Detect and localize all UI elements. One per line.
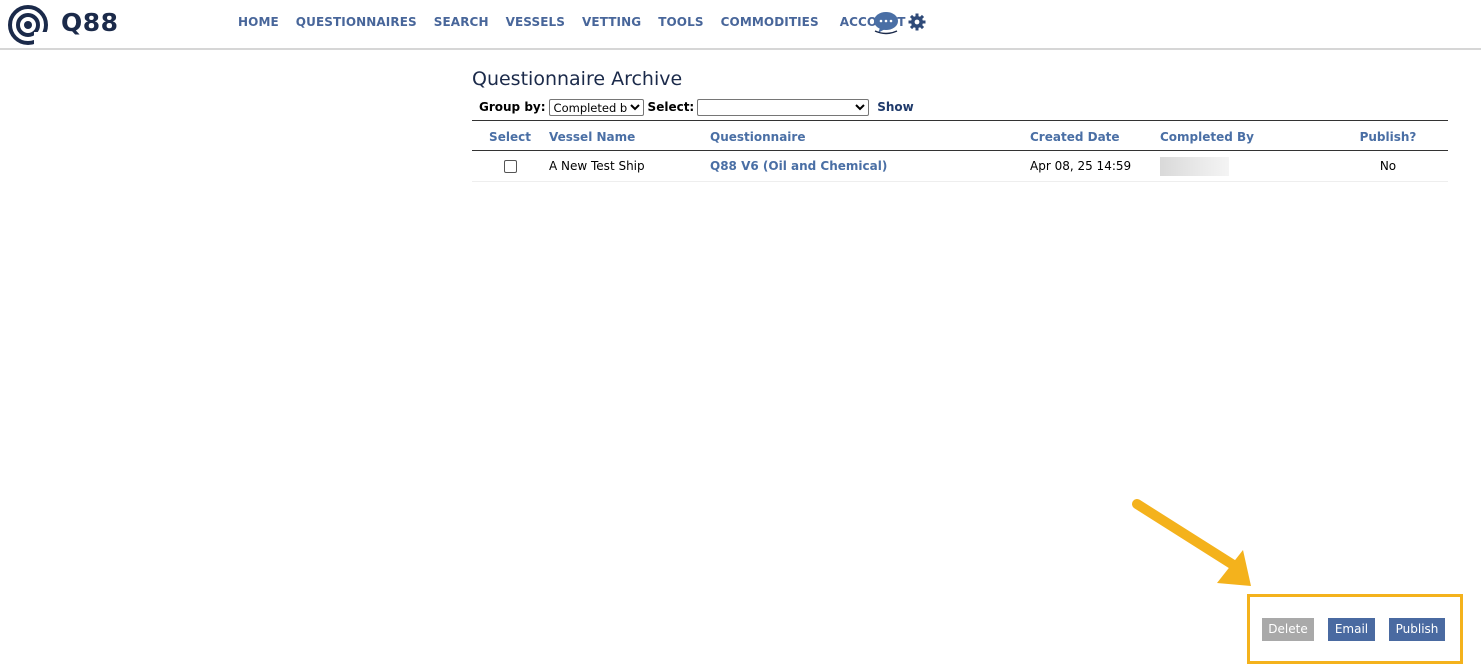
show-link[interactable]: Show bbox=[877, 100, 914, 114]
col-completed-by[interactable]: Completed By bbox=[1160, 120, 1328, 151]
questionnaire-cell: Q88 V6 (Oil and Chemical) bbox=[710, 150, 1030, 182]
email-button[interactable]: Email bbox=[1328, 618, 1375, 641]
row-select-cell bbox=[472, 150, 548, 182]
main-content: Questionnaire Archive Group by: Complete… bbox=[472, 66, 1448, 182]
annotation-arrow-icon bbox=[1132, 499, 1251, 586]
archive-table: Select Vessel Name Questionnaire Created… bbox=[472, 120, 1448, 182]
nav-tools[interactable]: TOOLS bbox=[658, 15, 703, 29]
q88-logo-icon[interactable] bbox=[8, 4, 48, 46]
nav-commodities[interactable]: COMMODITIES bbox=[721, 15, 819, 29]
select-dropdown[interactable] bbox=[697, 98, 870, 116]
nav-home[interactable]: HOME bbox=[238, 15, 279, 29]
page-title: Questionnaire Archive bbox=[472, 68, 683, 90]
logo-text[interactable]: Q88 bbox=[61, 8, 119, 37]
main-nav: HOME QUESTIONNAIRES SEARCH VESSELS VETTI… bbox=[238, 12, 926, 35]
col-vessel-name[interactable]: Vessel Name bbox=[548, 120, 710, 151]
nav-questionnaires[interactable]: QUESTIONNAIRES bbox=[296, 15, 417, 29]
publish-status: No bbox=[1328, 150, 1448, 182]
top-header: Q88 HOME QUESTIONNAIRES SEARCH VESSELS V… bbox=[0, 0, 1481, 50]
select-label: Select: bbox=[647, 100, 695, 114]
nav-vetting[interactable]: VETTING bbox=[582, 15, 641, 29]
nav-search[interactable]: SEARCH bbox=[434, 15, 489, 29]
filter-bar: Group by: Completed by Select: Show bbox=[472, 97, 1448, 117]
nav-vessels[interactable]: VESSELS bbox=[506, 15, 565, 29]
publish-button[interactable]: Publish bbox=[1389, 618, 1445, 641]
table-header-row: Select Vessel Name Questionnaire Created… bbox=[472, 120, 1448, 151]
row-checkbox[interactable] bbox=[503, 160, 517, 173]
col-questionnaire[interactable]: Questionnaire bbox=[710, 120, 1030, 151]
group-by-select[interactable]: Completed by bbox=[548, 98, 644, 116]
delete-button[interactable]: Delete bbox=[1262, 618, 1314, 641]
gear-icon[interactable] bbox=[908, 13, 926, 31]
completed-by-redacted bbox=[1160, 156, 1229, 176]
created-date: Apr 08, 25 14:59 bbox=[1030, 150, 1160, 182]
vessel-name: A New Test Ship bbox=[548, 150, 710, 182]
table-row: A New Test Ship Q88 V6 (Oil and Chemical… bbox=[472, 150, 1448, 182]
completed-by-cell bbox=[1160, 150, 1328, 182]
chat-icon[interactable] bbox=[872, 11, 900, 35]
col-publish[interactable]: Publish? bbox=[1328, 120, 1448, 151]
group-by-label: Group by: bbox=[479, 100, 546, 114]
col-created-date[interactable]: Created Date bbox=[1030, 120, 1160, 151]
questionnaire-link[interactable]: Q88 V6 (Oil and Chemical) bbox=[710, 159, 887, 173]
col-select[interactable]: Select bbox=[472, 120, 548, 151]
